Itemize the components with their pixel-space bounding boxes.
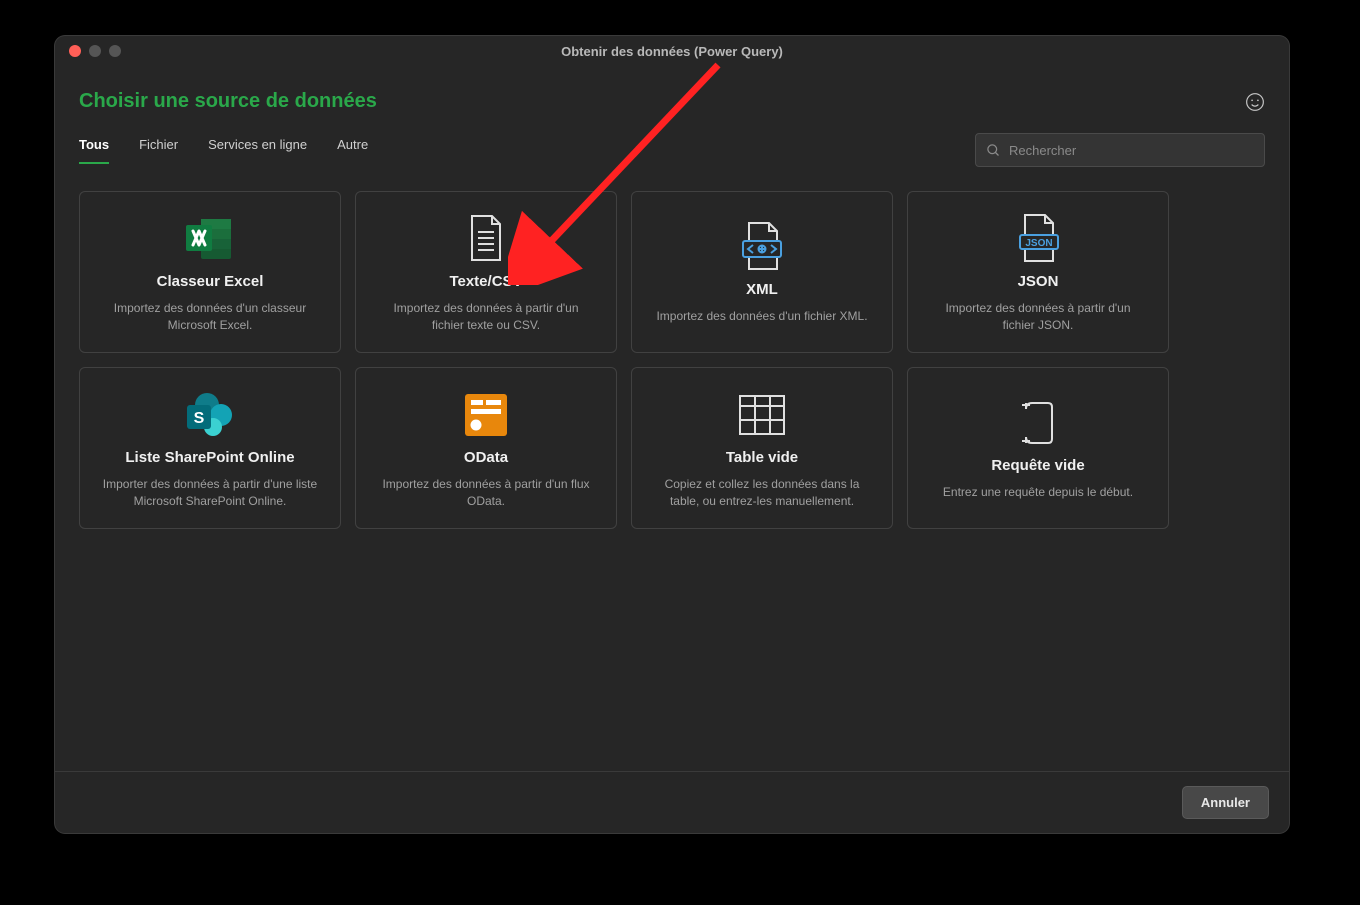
blank-query-icon	[1018, 395, 1058, 451]
card-title: XML	[746, 281, 778, 298]
svg-text:JSON: JSON	[1025, 238, 1052, 249]
svg-text:S: S	[194, 410, 205, 427]
sources-grid: Classeur Excel Importez des données d'un…	[79, 191, 1265, 529]
text-file-icon	[466, 211, 506, 267]
card-sharepoint-online[interactable]: S Liste SharePoint Online Importer des d…	[79, 367, 341, 529]
card-description: Importez des données d'un classeur Micro…	[100, 300, 320, 334]
power-query-window: Obtenir des données (Power Query) Choisi…	[55, 36, 1289, 833]
tab-file[interactable]: Fichier	[139, 137, 178, 164]
tab-other[interactable]: Autre	[337, 137, 368, 164]
cancel-button[interactable]: Annuler	[1182, 786, 1269, 819]
card-title: Classeur Excel	[157, 273, 264, 290]
card-blank-query[interactable]: Requête vide Entrez une requête depuis l…	[907, 367, 1169, 529]
sharepoint-icon: S	[183, 387, 237, 443]
window-title: Obtenir des données (Power Query)	[55, 44, 1289, 59]
card-title: Texte/CSV	[449, 273, 522, 290]
card-description: Importer des données à partir d'une list…	[100, 476, 320, 510]
card-description: Entrez une requête depuis le début.	[943, 484, 1133, 501]
minimize-window-button[interactable]	[89, 45, 101, 57]
card-description: Importez des données d'un fichier XML.	[656, 308, 867, 325]
tab-online-services[interactable]: Services en ligne	[208, 137, 307, 164]
maximize-window-button[interactable]	[109, 45, 121, 57]
search-input[interactable]	[1009, 143, 1254, 158]
xml-icon	[739, 219, 785, 275]
card-description: Copiez et collez les données dans la tab…	[652, 476, 872, 510]
card-title: OData	[464, 449, 508, 466]
dialog-heading: Choisir une source de données	[79, 90, 1265, 113]
tab-all[interactable]: Tous	[79, 137, 109, 164]
close-window-button[interactable]	[69, 45, 81, 57]
odata-icon	[463, 387, 509, 443]
search-box[interactable]	[975, 133, 1265, 167]
card-odata[interactable]: OData Importez des données à partir d'un…	[355, 367, 617, 529]
dialog-footer: Annuler	[55, 771, 1289, 833]
json-icon: JSON	[1015, 211, 1061, 267]
card-title: Requête vide	[991, 457, 1084, 474]
window-controls	[55, 45, 121, 57]
card-excel-workbook[interactable]: Classeur Excel Importez des données d'un…	[79, 191, 341, 353]
card-description: Importez des données à partir d'un fichi…	[928, 300, 1148, 334]
excel-icon	[184, 211, 236, 267]
category-tabs: Tous Fichier Services en ligne Autre	[79, 137, 368, 164]
dialog-content: Choisir une source de données Tous Fichi…	[55, 66, 1289, 771]
card-description: Importez des données à partir d'un fichi…	[376, 300, 596, 334]
card-title: Table vide	[726, 449, 798, 466]
search-icon	[986, 143, 1001, 158]
card-text-csv[interactable]: Texte/CSV Importez des données à partir …	[355, 191, 617, 353]
card-json[interactable]: JSON JSON Importez des données à partir …	[907, 191, 1169, 353]
table-icon	[738, 387, 786, 443]
feedback-icon[interactable]	[1245, 92, 1265, 112]
card-xml[interactable]: XML Importez des données d'un fichier XM…	[631, 191, 893, 353]
titlebar: Obtenir des données (Power Query)	[55, 36, 1289, 66]
card-title: Liste SharePoint Online	[125, 449, 294, 466]
card-title: JSON	[1018, 273, 1059, 290]
card-blank-table[interactable]: Table vide Copiez et collez les données …	[631, 367, 893, 529]
card-description: Importez des données à partir d'un flux …	[376, 476, 596, 510]
